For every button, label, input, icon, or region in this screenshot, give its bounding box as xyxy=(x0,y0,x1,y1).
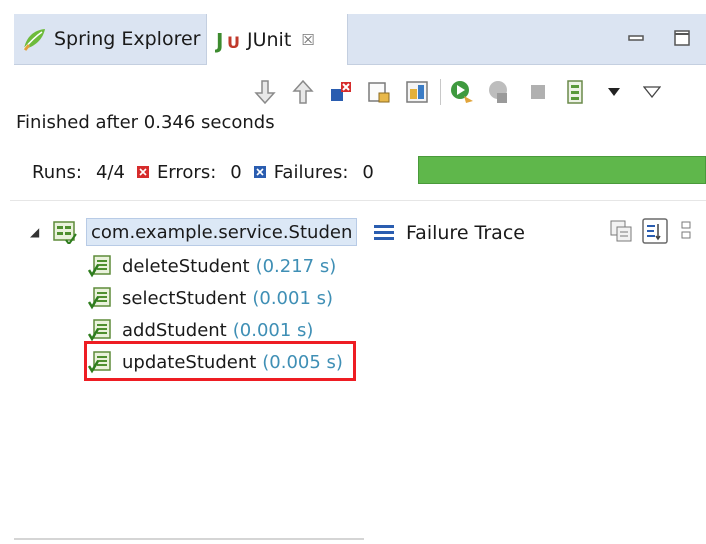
runs-value: 4/4 xyxy=(95,161,125,183)
failures-label: Failures: xyxy=(273,161,349,183)
test-run-history-icon[interactable] xyxy=(561,77,591,107)
expand-arrow-icon[interactable]: ◢ xyxy=(30,225,44,239)
divider xyxy=(10,200,706,201)
toolbar-separator xyxy=(440,79,441,105)
test-counters: Runs: 4/4 Errors: 0 Failures: 0 xyxy=(32,158,384,186)
errors-value: 0 xyxy=(230,161,242,183)
status-message: Finished after 0.346 seconds xyxy=(16,112,275,133)
junit-toolbar xyxy=(250,76,675,108)
filter-stack-trace-icon[interactable] xyxy=(642,218,668,244)
error-icon xyxy=(136,166,149,178)
failure-icon xyxy=(253,166,266,178)
test-case-name: selectStudent xyxy=(122,287,247,309)
rerun-failed-first-icon[interactable] xyxy=(485,77,515,107)
minimize-icon[interactable] xyxy=(626,28,646,48)
test-case-row[interactable]: deleteStudent (0.217 s) xyxy=(88,252,336,280)
view-tab-bar: Spring Explorer J U JUnit ☒ xyxy=(14,14,706,65)
test-case-time: (0.001 s) xyxy=(252,287,334,309)
test-case-name: deleteStudent xyxy=(122,255,250,277)
progress-bar xyxy=(418,156,706,184)
spring-leaf-icon xyxy=(23,29,45,51)
runs-label: Runs: xyxy=(32,161,82,183)
test-suite-label: com.example.service.Studen xyxy=(86,218,358,246)
svg-text:J: J xyxy=(215,29,223,53)
bottom-edge xyxy=(14,538,364,540)
stop-icon[interactable] xyxy=(523,77,553,107)
failures-value: 0 xyxy=(362,161,374,183)
tab-spring-explorer-label: Spring Explorer xyxy=(54,28,201,50)
tab-junit-label: JUnit xyxy=(247,28,292,51)
chevron-down-icon[interactable] xyxy=(599,77,629,107)
previous-failure-icon[interactable] xyxy=(288,77,318,107)
junit-test-icon xyxy=(88,319,111,342)
test-case-row[interactable]: addStudent (0.001 s) xyxy=(88,316,313,344)
junit-icon: J U xyxy=(215,29,240,53)
compare-results-icon[interactable] xyxy=(608,218,634,244)
test-case-name: addStudent xyxy=(122,319,227,341)
junit-test-icon xyxy=(88,255,111,278)
highlight-box xyxy=(84,341,356,381)
test-suite-icon xyxy=(53,221,77,244)
svg-text:U: U xyxy=(227,33,240,52)
list-icon xyxy=(374,225,394,240)
tab-junit[interactable]: J U JUnit ☒ xyxy=(206,14,348,65)
test-case-time: (0.001 s) xyxy=(232,319,314,341)
scroll-lock-icon[interactable] xyxy=(364,77,394,107)
close-icon[interactable]: ☒ xyxy=(301,31,314,49)
errors-label: Errors: xyxy=(156,161,217,183)
maximize-icon[interactable] xyxy=(672,28,692,48)
view-menu-icon[interactable] xyxy=(637,77,667,107)
top-strip xyxy=(0,0,706,12)
show-skipped-icon[interactable] xyxy=(402,77,432,107)
tab-spring-explorer[interactable]: Spring Explorer xyxy=(20,14,200,64)
next-failure-icon[interactable] xyxy=(250,77,280,107)
test-case-row[interactable]: selectStudent (0.001 s) xyxy=(88,284,333,312)
show-failures-only-icon[interactable] xyxy=(326,77,356,107)
failure-trace-title: Failure Trace xyxy=(406,222,525,244)
copy-trace-icon[interactable] xyxy=(676,218,702,244)
test-suite-node[interactable]: ◢ com.example.service.Studen xyxy=(30,218,358,246)
rerun-test-icon[interactable] xyxy=(447,77,477,107)
test-tree: ◢ com.example.service.Studen deleteStude… xyxy=(30,218,360,544)
failure-trace-actions xyxy=(600,218,702,244)
test-case-time: (0.217 s) xyxy=(255,255,337,277)
junit-test-icon xyxy=(88,287,111,310)
failure-trace-header: Failure Trace xyxy=(372,218,706,248)
